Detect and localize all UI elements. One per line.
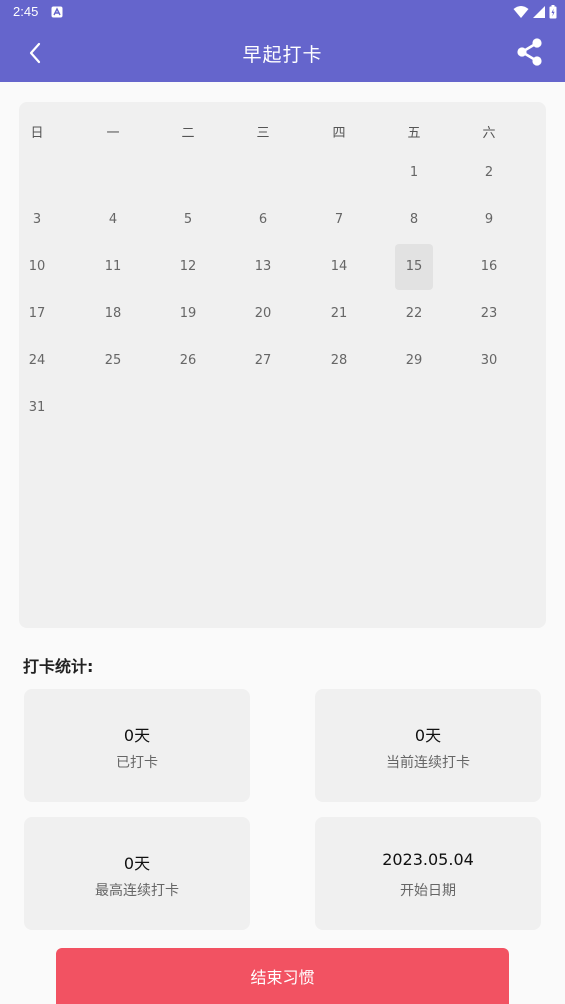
- calendar-day-25[interactable]: 25: [94, 338, 132, 384]
- calendar-day-3[interactable]: 3: [18, 197, 56, 243]
- calendar-day-21[interactable]: 21: [320, 291, 358, 337]
- stat-card-start-date: 2023.05.04 开始日期: [315, 817, 541, 930]
- app-bar: 早起打卡: [0, 24, 565, 82]
- calendar-day-10[interactable]: 10: [18, 244, 56, 290]
- calendar-day-18[interactable]: 18: [94, 291, 132, 337]
- calendar-day-20[interactable]: 20: [244, 291, 282, 337]
- stat-card-best-streak: 0天 最高连续打卡: [24, 817, 250, 930]
- stat-label: 最高连续打卡: [95, 883, 179, 899]
- notification-app-icon: [51, 6, 63, 18]
- status-icons: [513, 4, 557, 20]
- stat-value: 0天: [414, 726, 442, 745]
- stat-label: 已打卡: [116, 755, 158, 771]
- stat-label: 开始日期: [400, 883, 456, 899]
- calendar-day-17[interactable]: 17: [18, 291, 56, 337]
- calendar-day-9[interactable]: 9: [470, 197, 508, 243]
- calendar-day-24[interactable]: 24: [18, 338, 56, 384]
- calendar-day-22[interactable]: 22: [395, 291, 433, 337]
- calendar: 日一二三四五六 1 2 3 4 5 6 7 8 9 10 11 12 13 14 15 16 17 18 19 20 21…: [19, 102, 546, 628]
- cell-signal-icon: [533, 6, 545, 18]
- calendar-weekday-6: 六: [482, 126, 496, 141]
- calendar-day-5[interactable]: 5: [169, 197, 207, 243]
- calendar-day-8[interactable]: 8: [395, 197, 433, 243]
- calendar-weekday-5: 五: [407, 126, 421, 141]
- share-icon: [517, 38, 542, 66]
- calendar-weekday-4: 四: [332, 126, 346, 141]
- calendar-day-1[interactable]: 1: [395, 150, 433, 196]
- calendar-day-12[interactable]: 12: [169, 244, 207, 290]
- stat-card-current-streak: 0天 当前连续打卡: [315, 689, 541, 802]
- stat-value: 0天: [123, 854, 151, 873]
- stats-heading: 打卡统计:: [23, 657, 94, 676]
- calendar-day-30[interactable]: 30: [470, 338, 508, 384]
- calendar-day-19[interactable]: 19: [169, 291, 207, 337]
- page-title: 早起打卡: [242, 44, 323, 66]
- calendar-weekday-0: 日: [30, 126, 44, 141]
- calendar-day-6[interactable]: 6: [244, 197, 282, 243]
- calendar-day-14[interactable]: 14: [320, 244, 358, 290]
- calendar-day-15[interactable]: 15: [395, 244, 433, 290]
- calendar-day-26[interactable]: 26: [169, 338, 207, 384]
- stat-card-checked-in: 0天 已打卡: [24, 689, 250, 802]
- calendar-day-4[interactable]: 4: [94, 197, 132, 243]
- end-habit-button[interactable]: 结束习惯: [56, 948, 509, 1004]
- calendar-day-27[interactable]: 27: [244, 338, 282, 384]
- calendar-day-29[interactable]: 29: [395, 338, 433, 384]
- calendar-weekday-1: 一: [106, 126, 120, 141]
- calendar-day-28[interactable]: 28: [320, 338, 358, 384]
- calendar-day-16[interactable]: 16: [470, 244, 508, 290]
- share-button[interactable]: [511, 34, 547, 70]
- calendar-day-2[interactable]: 2: [470, 150, 508, 196]
- battery-icon: [549, 5, 557, 19]
- calendar-weekday-3: 三: [256, 126, 270, 141]
- status-time: 2:45: [13, 4, 39, 19]
- stat-value: 0天: [123, 726, 151, 745]
- stat-label: 当前连续打卡: [386, 755, 470, 771]
- calendar-day-7[interactable]: 7: [320, 197, 358, 243]
- calendar-day-11[interactable]: 11: [94, 244, 132, 290]
- status-bar: 2:45: [0, 0, 565, 24]
- calendar-weekday-2: 二: [181, 126, 195, 141]
- calendar-day-23[interactable]: 23: [470, 291, 508, 337]
- stat-value: 2023.05.04: [382, 850, 474, 869]
- calendar-day-13[interactable]: 13: [244, 244, 282, 290]
- calendar-day-31[interactable]: 31: [18, 385, 56, 431]
- wifi-icon: [513, 6, 529, 18]
